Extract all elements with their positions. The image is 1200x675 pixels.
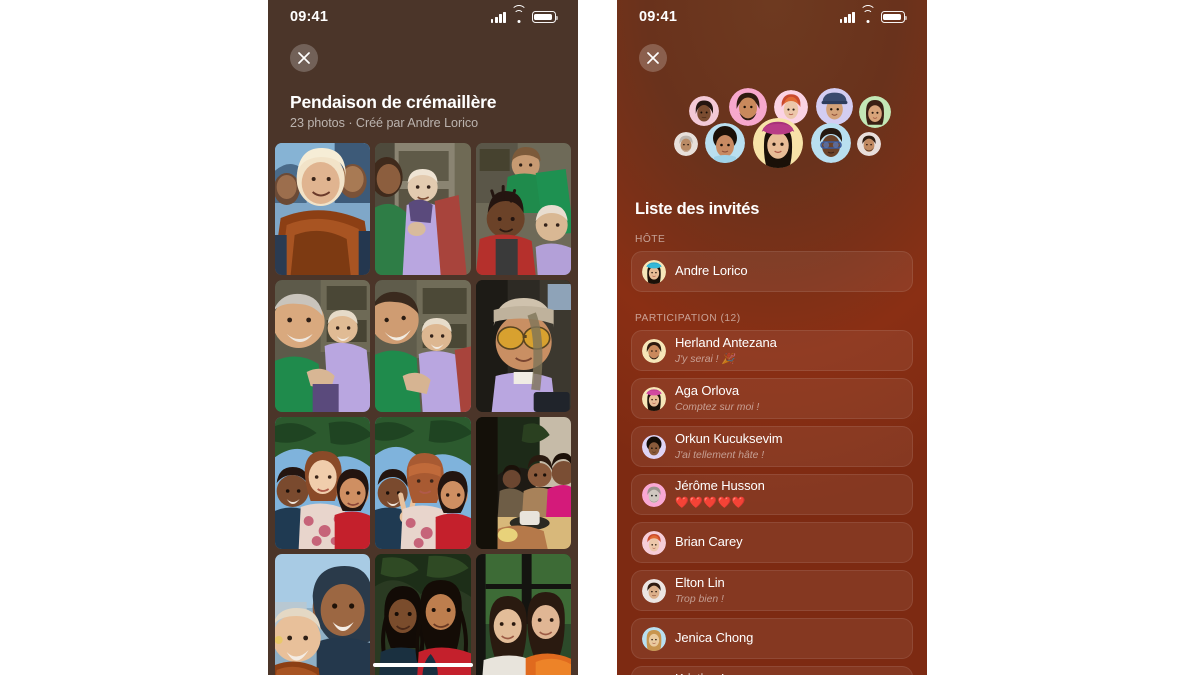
close-icon — [647, 52, 659, 64]
guest-name: Herland Antezana — [675, 334, 777, 350]
avatar-aga-orlova — [642, 386, 666, 411]
avatar-cluster — [617, 88, 927, 178]
phone-left-shared-album: 09:41 Pendaison de crémaillère 23 photos… — [268, 0, 578, 675]
guest-reply: J'ai tellement hâte ! — [675, 449, 765, 461]
wifi-icon — [860, 4, 876, 23]
status-bar-left: 09:41 — [268, 0, 578, 34]
photo-thumbnail[interactable] — [375, 554, 471, 675]
avatar-brian-carey — [642, 530, 666, 555]
cluster-avatar-6[interactable] — [674, 132, 698, 156]
album-subtitle: 23 photos · Créé par Andre Lorico — [290, 115, 479, 130]
cluster-avatar-9[interactable] — [811, 123, 851, 163]
guest-row[interactable]: Elton Lin Trop bien ! — [631, 570, 913, 611]
battery-full-icon — [881, 11, 908, 23]
close-button-left[interactable] — [290, 44, 318, 72]
photo-thumbnail[interactable] — [475, 280, 571, 412]
guest-name: Orkun Kucuksevim — [675, 430, 783, 446]
guest-info: Elton Lin Trop bien ! — [675, 575, 725, 606]
guest-info: Jenica Chong — [675, 630, 753, 647]
photo-thumbnail[interactable] — [275, 280, 371, 412]
avatar-andre-lorico — [642, 259, 666, 284]
status-bar-clock: 09:41 — [290, 9, 329, 25]
guest-row[interactable]: Herland Antezana J'y serai ! 🎉 — [631, 330, 913, 371]
guest-row[interactable]: Brian Carey — [631, 522, 913, 563]
photo-thumbnail[interactable] — [375, 417, 471, 549]
close-icon — [298, 52, 310, 64]
screenshot-stage: 09:41 Pendaison de crémaillère 23 photos… — [0, 0, 1200, 675]
status-bar-indicators — [490, 4, 559, 23]
status-bar-right: 09:41 — [617, 0, 927, 34]
photo-thumbnail[interactable] — [375, 143, 471, 275]
cluster-avatar-1[interactable] — [689, 96, 719, 126]
guest-reply: ❤️❤️❤️❤️❤️ — [675, 497, 746, 510]
photo-thumbnail[interactable] — [275, 143, 371, 275]
cluster-avatar-7[interactable] — [705, 123, 745, 163]
guest-row[interactable]: Aga Orlova Comptez sur moi ! — [631, 378, 913, 419]
photo-thumbnail[interactable] — [275, 417, 371, 549]
avatar-herland-antezana — [642, 338, 666, 363]
photo-thumbnail[interactable] — [275, 554, 371, 675]
cluster-avatar-2[interactable] — [729, 88, 767, 126]
guest-row[interactable]: Orkun Kucuksevim J'ai tellement hâte ! — [631, 426, 913, 467]
avatar-elton-lin — [642, 578, 666, 603]
guest-name: Andre Lorico — [675, 263, 748, 279]
guest-row-host[interactable]: Andre Lorico — [631, 251, 913, 292]
cluster-avatar-4[interactable] — [816, 88, 853, 125]
album-title: Pendaison de crémaillère — [290, 92, 497, 112]
cellular-bars-icon — [839, 11, 855, 23]
cluster-avatar-8[interactable] — [753, 118, 803, 168]
cellular-bars-icon — [490, 11, 506, 23]
battery-full-icon — [532, 11, 559, 23]
phone-right-guest-list: 09:41 Liste des invités HÔTE Andre Loric… — [617, 0, 927, 675]
album-header: Pendaison de crémaillère 23 photos · Cré… — [268, 92, 578, 130]
guest-list-panel: Liste des invités HÔTE Andre Lorico PART… — [617, 200, 927, 675]
guest-name: Elton Lin — [675, 574, 725, 590]
avatar-orkun-kucuksevim — [642, 434, 666, 459]
status-bar-clock: 09:41 — [639, 9, 678, 25]
guest-info: Kristina Lucas Yesssss — [675, 671, 755, 675]
guest-info: Orkun Kucuksevim J'ai tellement hâte ! — [675, 431, 783, 462]
home-indicator — [373, 662, 473, 667]
guest-info: Andre Lorico — [675, 263, 748, 280]
guest-name: Kristina Lucas — [675, 671, 755, 675]
guest-name: Aga Orlova — [675, 382, 740, 398]
guest-info: Brian Carey — [675, 534, 743, 551]
guest-reply: J'y serai ! 🎉 — [675, 353, 735, 365]
cluster-avatar-5[interactable] — [859, 96, 891, 128]
close-button-right[interactable] — [639, 44, 667, 72]
wifi-icon — [511, 4, 527, 23]
photo-thumbnail[interactable] — [475, 417, 571, 549]
guest-reply: Trop bien ! — [675, 593, 724, 605]
avatar-jenica-chong — [642, 626, 666, 651]
photo-grid — [275, 143, 571, 675]
section-label-host: HÔTE — [635, 234, 666, 245]
guest-row[interactable]: Jenica Chong — [631, 618, 913, 659]
guest-list-title: Liste des invités — [635, 200, 760, 218]
guest-info: Jérôme Husson ❤️❤️❤️❤️❤️ — [675, 478, 765, 510]
guest-row[interactable]: Jérôme Husson ❤️❤️❤️❤️❤️ — [631, 474, 913, 515]
guest-reply: Comptez sur moi ! — [675, 401, 760, 413]
photo-thumbnail[interactable] — [375, 280, 471, 412]
guest-row[interactable]: Kristina Lucas Yesssss — [631, 666, 913, 675]
guest-name: Jérôme Husson — [675, 478, 765, 494]
guest-info: Aga Orlova Comptez sur moi ! — [675, 383, 759, 414]
avatar-jerome-husson — [642, 482, 666, 507]
photo-thumbnail[interactable] — [475, 143, 571, 275]
status-bar-indicators — [839, 4, 908, 23]
guest-info: Herland Antezana J'y serai ! 🎉 — [675, 335, 777, 366]
photo-thumbnail[interactable] — [475, 554, 571, 675]
guest-name: Brian Carey — [675, 534, 743, 550]
guest-name: Jenica Chong — [675, 630, 754, 646]
section-label-participation: PARTICIPATION (12) — [635, 313, 741, 324]
cluster-avatar-10[interactable] — [857, 132, 881, 156]
